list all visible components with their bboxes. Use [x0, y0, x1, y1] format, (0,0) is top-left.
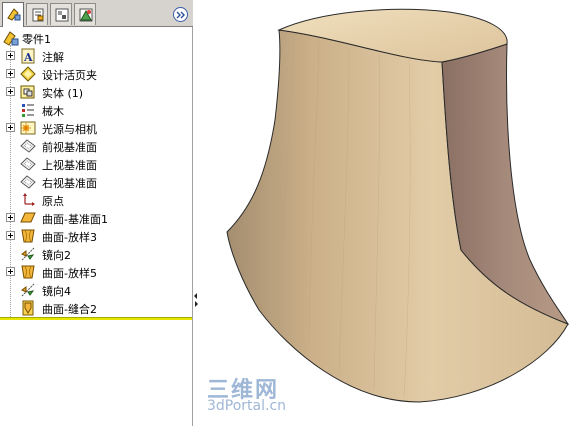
watermark-url: 3dPortal.cn — [207, 398, 287, 414]
tab-configurationmanager[interactable] — [50, 3, 72, 25]
loft-surface-icon — [20, 264, 36, 280]
tree-item-label: 曲面-放样5 — [42, 267, 97, 280]
expand-toggle[interactable] — [6, 69, 15, 78]
tree-item-label: 镜向4 — [42, 285, 71, 298]
watermark: 三维网 3dPortal.cn — [207, 372, 307, 420]
expand-toggle[interactable] — [6, 51, 15, 60]
dimxpert-icon — [79, 8, 93, 22]
double-chevron-right-icon — [176, 11, 185, 19]
feature-manager-panel: 零件1 A 注解 设计活页夹 实体 (1) 械木 光源与相机 前视基准面 上视基… — [0, 0, 193, 426]
tree-item-annotations[interactable]: A 注解 — [0, 47, 192, 65]
knit-surface-icon — [20, 300, 36, 316]
tree-root-part[interactable]: 零件1 — [0, 29, 192, 47]
tree-item-top-plane[interactable]: 上视基准面 — [0, 155, 192, 173]
tree-item-solid-bodies[interactable]: 实体 (1) — [0, 83, 192, 101]
part-icon — [3, 30, 19, 46]
tree-root-label: 零件1 — [22, 33, 51, 46]
origin-icon — [20, 192, 36, 208]
tree-item-label: 右视基准面 — [42, 177, 97, 190]
propertymanager-icon — [32, 8, 44, 22]
tree-item-label: 上视基准面 — [42, 159, 97, 172]
tree-item-label: 设计活页夹 — [42, 69, 97, 82]
tab-featuremanager[interactable] — [2, 2, 24, 27]
tree-item-right-plane[interactable]: 右视基准面 — [0, 173, 192, 191]
tree-item-origin[interactable]: 原点 — [0, 191, 192, 209]
plane-icon — [20, 174, 36, 190]
tab-dimxpert[interactable] — [74, 3, 96, 25]
expand-toggle[interactable] — [6, 231, 15, 240]
tree-item-planar-surface[interactable]: 曲面-基准面1 — [0, 209, 192, 227]
expand-toggle[interactable] — [6, 213, 15, 222]
tree-item-label: 注解 — [42, 51, 64, 64]
expand-toggle[interactable] — [6, 87, 15, 96]
planar-surface-icon — [20, 210, 36, 226]
tree-item-lights-cameras[interactable]: 光源与相机 — [0, 119, 192, 137]
tree-item-label: 镜向2 — [42, 249, 71, 262]
tree-item-mirror-2[interactable]: 镜向2 — [0, 245, 192, 263]
tree-item-design-binder[interactable]: 设计活页夹 — [0, 65, 192, 83]
tree-item-material[interactable]: 械木 — [0, 101, 192, 119]
tree-item-label: 曲面-基准面1 — [42, 213, 108, 226]
mirror-icon — [20, 246, 36, 262]
mirror-icon — [20, 282, 36, 298]
tree-item-label: 实体 (1) — [42, 87, 84, 100]
panel-tab-bar — [0, 0, 193, 27]
tree-item-label: 曲面-缝合2 — [42, 303, 97, 316]
tree-item-loft-surface-5[interactable]: 曲面-放样5 — [0, 263, 192, 281]
expand-toggle[interactable] — [6, 267, 15, 276]
tree-item-label: 光源与相机 — [42, 123, 97, 136]
solid-bodies-icon — [20, 84, 36, 100]
expand-panel-button[interactable] — [173, 7, 188, 22]
lights-cameras-icon — [20, 120, 36, 136]
svg-text:A: A — [23, 51, 33, 64]
annotations-icon: A — [20, 48, 36, 64]
tree-item-label: 原点 — [42, 195, 64, 208]
tree-item-label: 械木 — [42, 105, 64, 118]
tab-propertymanager[interactable] — [26, 3, 48, 25]
expand-toggle[interactable] — [6, 123, 15, 132]
configurationmanager-icon — [55, 8, 69, 22]
tree-item-front-plane[interactable]: 前视基准面 — [0, 137, 192, 155]
design-binder-icon — [20, 66, 36, 82]
loft-surface-icon — [20, 228, 36, 244]
featuremanager-icon — [7, 8, 21, 21]
graphics-viewport[interactable]: 三维网 3dPortal.cn — [199, 0, 577, 426]
rollback-bar[interactable] — [0, 317, 192, 320]
tree-item-knit-surface[interactable]: 曲面-缝合2 — [0, 299, 192, 317]
material-icon — [20, 102, 36, 118]
tree-item-label: 曲面-放样3 — [42, 231, 97, 244]
tree-item-mirror-4[interactable]: 镜向4 — [0, 281, 192, 299]
tree-item-label: 前视基准面 — [42, 141, 97, 154]
feature-tree: 零件1 A 注解 设计活页夹 实体 (1) 械木 光源与相机 前视基准面 上视基… — [0, 27, 192, 319]
surface-model — [226, 8, 570, 403]
plane-icon — [20, 138, 36, 154]
plane-icon — [20, 156, 36, 172]
tree-item-loft-surface-3[interactable]: 曲面-放样3 — [0, 227, 192, 245]
